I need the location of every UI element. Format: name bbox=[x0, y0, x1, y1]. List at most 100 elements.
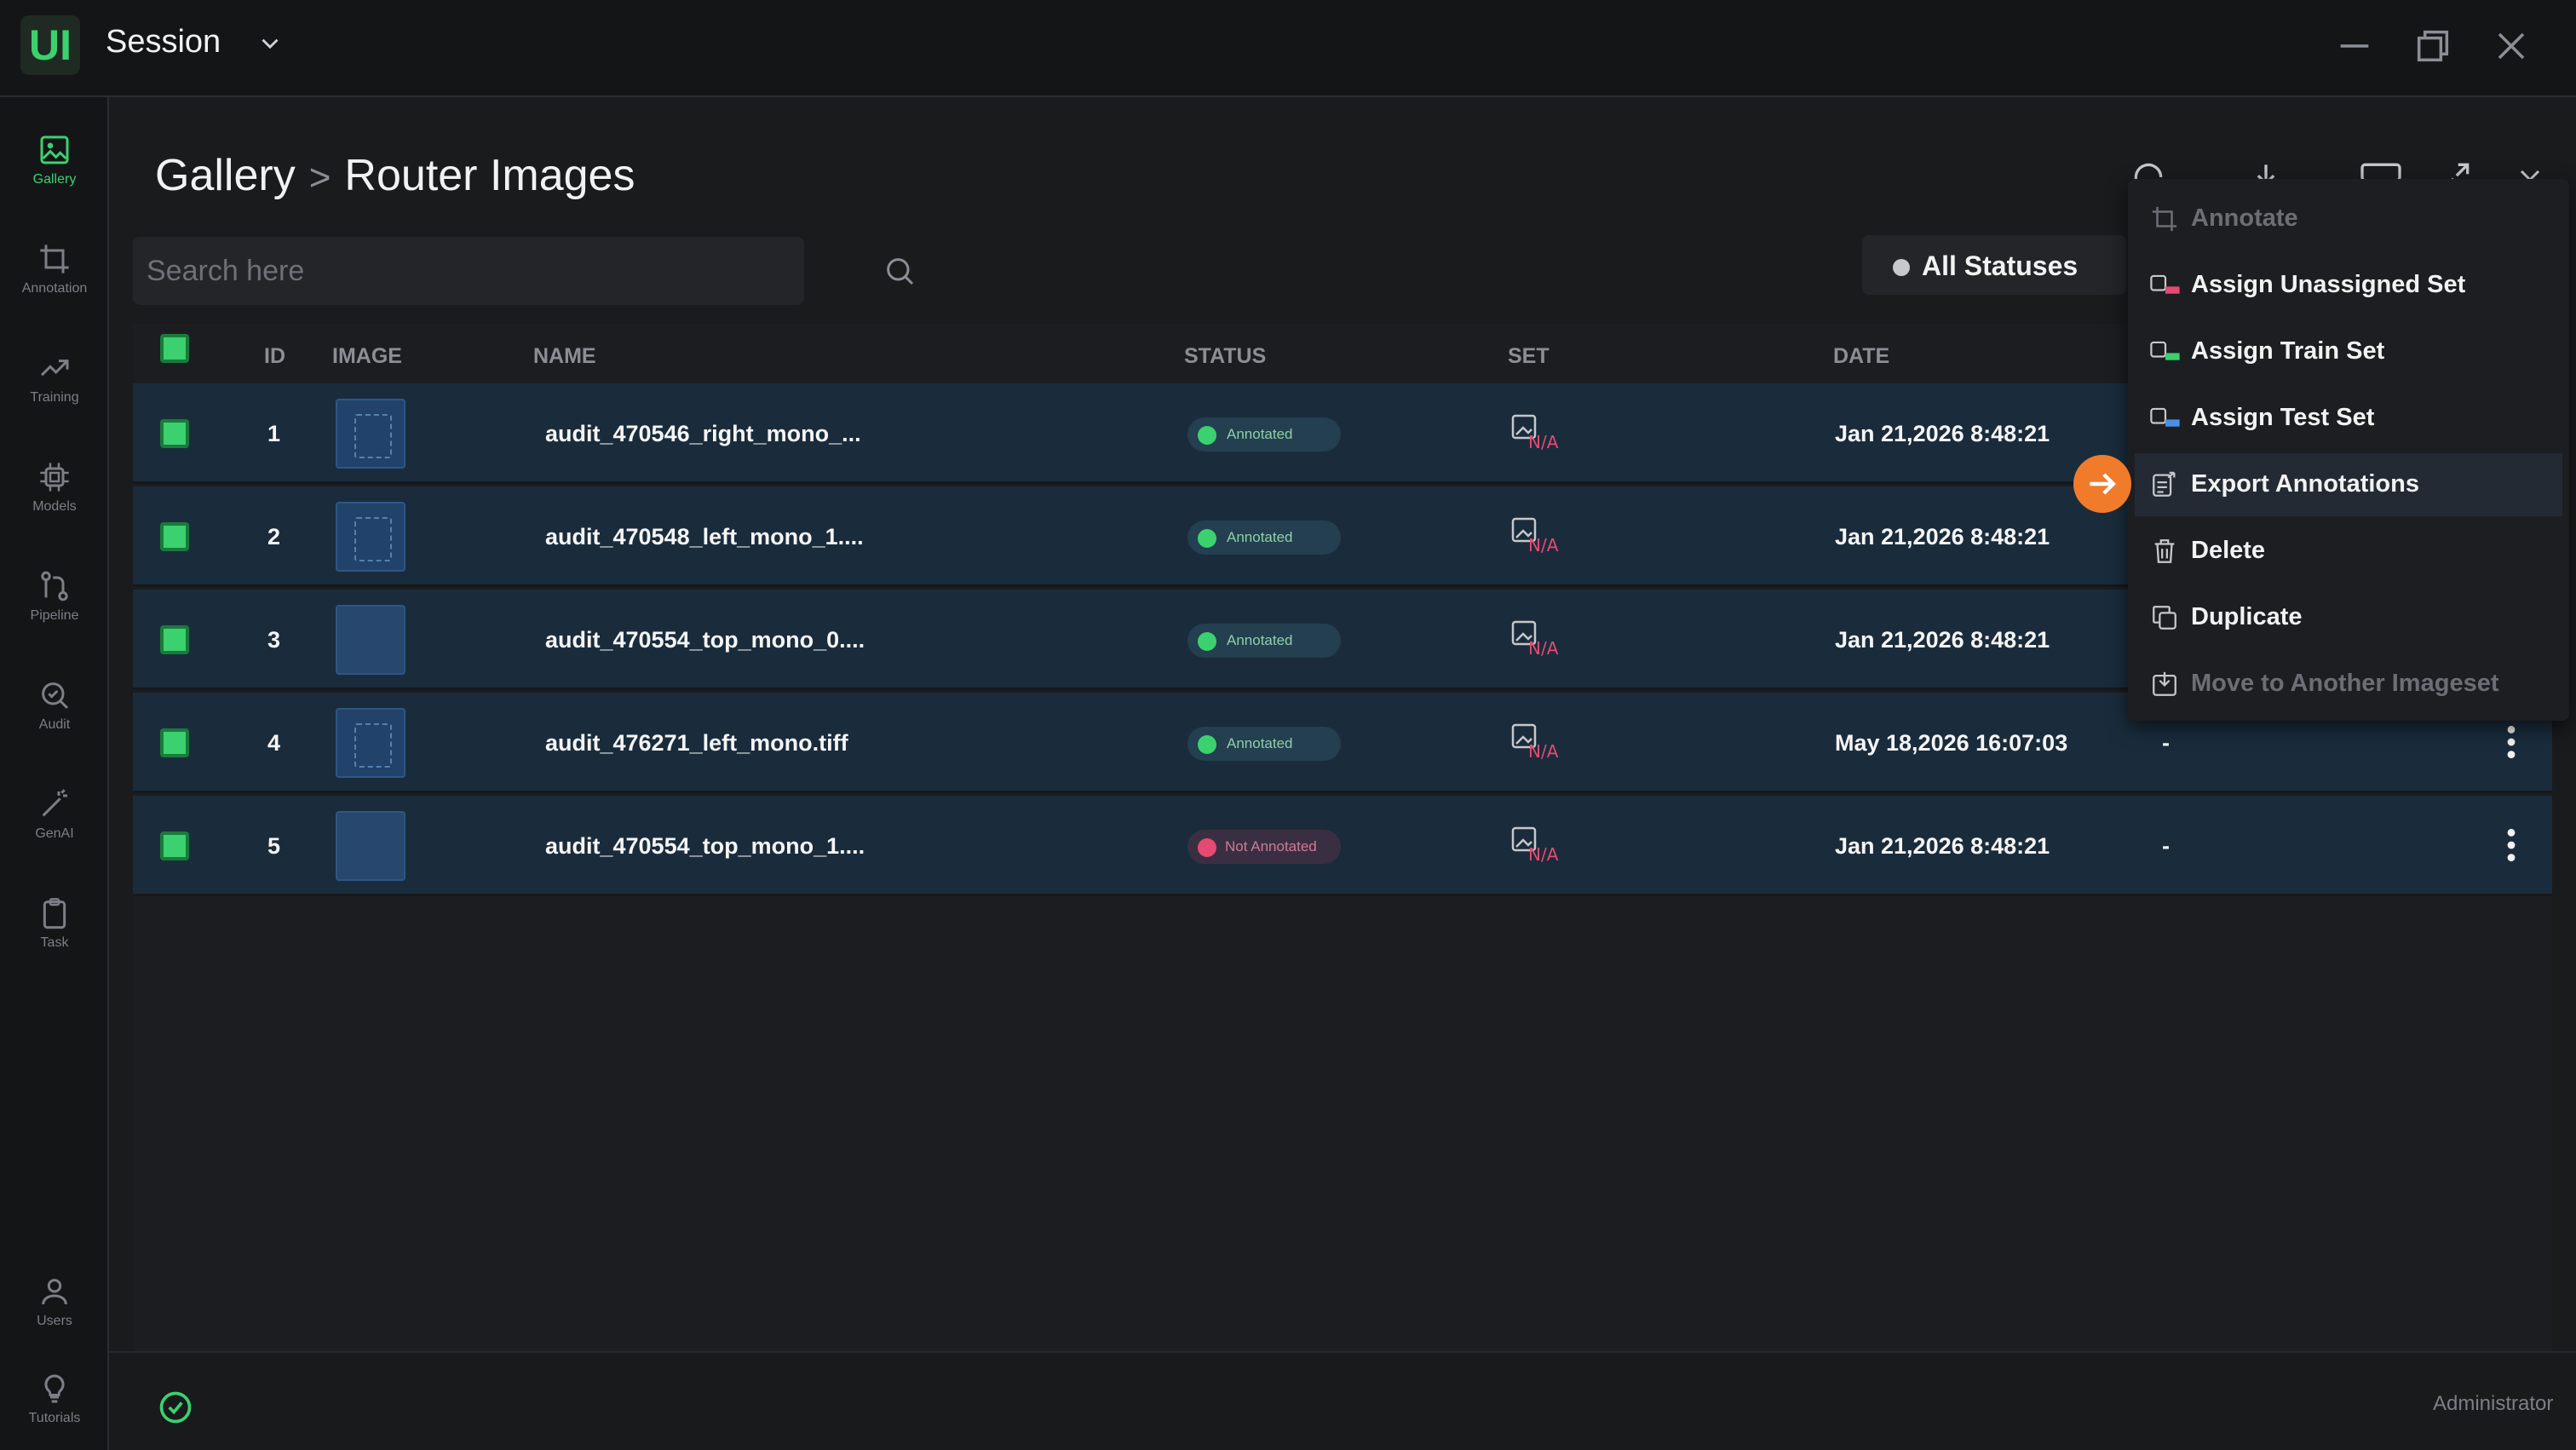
user-icon bbox=[42, 1279, 67, 1305]
column-header-name[interactable]: NAME bbox=[533, 344, 596, 369]
row-name[interactable]: audit_470554_top_mono_0.... bbox=[545, 627, 865, 653]
menu-item-duplicate[interactable]: Duplicate bbox=[2135, 586, 2562, 649]
set-na-text: N/A bbox=[1528, 638, 1559, 658]
row-checkbox[interactable] bbox=[160, 831, 189, 860]
row-name[interactable]: audit_476271_left_mono.tiff bbox=[545, 730, 848, 757]
status-dot bbox=[1198, 529, 1216, 548]
sidebar-item-training[interactable]: Training bbox=[0, 341, 109, 434]
image-thumbnail[interactable] bbox=[336, 502, 405, 572]
set-na-icon: N/A bbox=[1511, 517, 1559, 555]
more-options-icon[interactable] bbox=[2504, 723, 2518, 761]
menu-item-annotate[interactable]: Annotate bbox=[2135, 187, 2562, 250]
image-thumbnail[interactable] bbox=[336, 605, 405, 675]
column-header-image[interactable]: IMAGE bbox=[332, 344, 402, 369]
check-circle-icon bbox=[159, 1391, 192, 1424]
row-date: May 18,2026 16:07:03 bbox=[1835, 730, 2068, 756]
user-role: Administrator bbox=[2433, 1392, 2554, 1415]
row-checkbox[interactable] bbox=[160, 419, 189, 448]
menu-item-assign-train-set[interactable]: Assign Train Set bbox=[2135, 320, 2562, 383]
status-filter-label: All Statuses bbox=[1922, 250, 2079, 281]
sidebar-item-models[interactable]: Models bbox=[0, 450, 109, 544]
menu-item-delete[interactable]: Delete bbox=[2135, 520, 2562, 583]
row-checkbox[interactable] bbox=[160, 728, 189, 757]
minimize-icon[interactable] bbox=[2331, 22, 2378, 70]
status-badge: Annotated bbox=[1187, 417, 1341, 452]
row-extra: - bbox=[2162, 730, 2170, 756]
row-date: Jan 21,2026 8:48:21 bbox=[1835, 627, 2050, 653]
row-id: 3 bbox=[267, 627, 281, 653]
sidebar-item-audit[interactable]: Audit bbox=[0, 668, 109, 762]
sidebar-item-label: Models bbox=[32, 499, 77, 514]
row-checkbox[interactable] bbox=[160, 625, 189, 654]
status-dot bbox=[1893, 259, 1910, 276]
clipboard-icon bbox=[43, 898, 66, 929]
sidebar-item-tutorials[interactable]: Tutorials bbox=[0, 1361, 109, 1450]
row-name[interactable]: audit_470546_right_mono_... bbox=[545, 421, 861, 447]
bulk-actions-menu: Annotate Assign Unassigned Set Assign Tr… bbox=[2128, 179, 2569, 721]
sidebar: Gallery Annotation Training Models Pipel… bbox=[0, 97, 109, 1450]
menu-item-label: Move to Another Imageset bbox=[2191, 670, 2499, 697]
set-na-icon: N/A bbox=[1511, 723, 1559, 761]
session-title[interactable]: Session bbox=[106, 24, 221, 60]
breadcrumb-current: Router Images bbox=[344, 151, 635, 200]
export-icon bbox=[2153, 471, 2176, 497]
sidebar-item-task[interactable]: Task bbox=[0, 886, 109, 980]
crop-icon bbox=[40, 245, 69, 273]
row-name[interactable]: audit_470554_top_mono_1.... bbox=[545, 833, 865, 860]
menu-item-label: Duplicate bbox=[2191, 603, 2303, 630]
breadcrumb-root[interactable]: Gallery bbox=[155, 151, 296, 200]
close-icon[interactable] bbox=[2487, 22, 2535, 70]
search-input[interactable] bbox=[147, 247, 726, 295]
search-box bbox=[133, 237, 914, 305]
restore-icon[interactable] bbox=[2409, 22, 2457, 70]
menu-item-assign-test-set[interactable]: Assign Test Set bbox=[2135, 387, 2562, 450]
status-badge: Annotated bbox=[1187, 521, 1341, 555]
image-thumbnail[interactable] bbox=[336, 708, 405, 778]
duplicate-icon bbox=[2153, 606, 2176, 630]
title-bar: UI Session bbox=[0, 0, 2576, 97]
sidebar-item-annotation[interactable]: Annotation bbox=[0, 232, 109, 325]
menu-item-label: Annotate bbox=[2191, 204, 2298, 232]
column-header-status[interactable]: STATUS bbox=[1184, 344, 1266, 369]
status-text: Annotated bbox=[1227, 632, 1293, 648]
sidebar-item-label: Training bbox=[30, 390, 79, 405]
menu-item-label: Assign Train Set bbox=[2191, 337, 2385, 365]
sidebar-item-pipeline[interactable]: Pipeline bbox=[0, 559, 109, 653]
menu-item-move-to-another-imageset[interactable]: Move to Another Imageset bbox=[2135, 653, 2562, 716]
column-header-id[interactable]: ID bbox=[264, 344, 285, 369]
menu-item-assign-unassigned-set[interactable]: Assign Unassigned Set bbox=[2135, 254, 2562, 317]
more-options-icon[interactable] bbox=[2504, 826, 2518, 864]
magic-wand-icon bbox=[42, 789, 67, 817]
status-filter-dropdown[interactable]: All Statuses bbox=[1862, 235, 2126, 295]
menu-item-export-annotations[interactable]: Export Annotations bbox=[2135, 453, 2562, 516]
row-name[interactable]: audit_470548_left_mono_1.... bbox=[545, 524, 864, 550]
search-icon[interactable] bbox=[883, 254, 917, 288]
table-row[interactable]: 5 audit_470554_top_mono_1.... Not Annota… bbox=[133, 796, 2552, 896]
row-date: Jan 21,2026 8:48:21 bbox=[1835, 524, 2050, 550]
row-id: 1 bbox=[267, 421, 281, 446]
column-header-date[interactable]: DATE bbox=[1833, 344, 1889, 369]
breadcrumb-separator: > bbox=[308, 157, 331, 199]
sidebar-item-users[interactable]: Users bbox=[0, 1264, 109, 1358]
image-thumbnail[interactable] bbox=[336, 399, 405, 469]
chevron-down-icon[interactable] bbox=[256, 29, 285, 58]
row-date: Jan 21,2026 8:48:21 bbox=[1835, 833, 2050, 859]
row-checkbox[interactable] bbox=[160, 522, 189, 551]
set-na-text: N/A bbox=[1528, 741, 1559, 761]
move-icon bbox=[2153, 671, 2176, 696]
train-set-icon bbox=[2150, 341, 2180, 360]
image-thumbnail[interactable] bbox=[336, 811, 405, 881]
set-na-text: N/A bbox=[1528, 535, 1559, 555]
lightbulb-icon bbox=[44, 1374, 65, 1403]
select-all-checkbox[interactable] bbox=[160, 334, 189, 363]
sidebar-item-gallery[interactable]: Gallery bbox=[0, 123, 109, 216]
arrow-right-icon bbox=[2090, 473, 2116, 495]
column-header-set[interactable]: SET bbox=[1508, 344, 1550, 369]
sidebar-item-label: Audit bbox=[38, 717, 71, 732]
sidebar-item-label: GenAI bbox=[35, 826, 74, 841]
set-na-icon: N/A bbox=[1511, 826, 1559, 864]
set-na-icon: N/A bbox=[1511, 414, 1559, 452]
sidebar-item-genai[interactable]: GenAI bbox=[0, 777, 109, 871]
test-set-icon bbox=[2150, 407, 2180, 427]
menu-item-label: Export Annotations bbox=[2191, 470, 2419, 498]
